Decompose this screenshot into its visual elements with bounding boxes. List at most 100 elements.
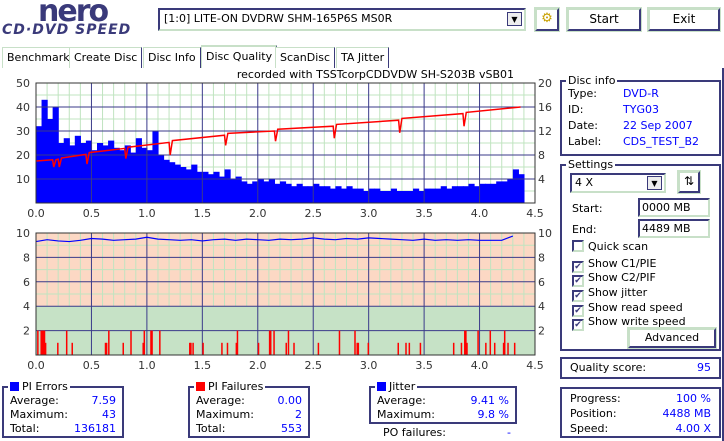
pi-failures-maximum-value: 2 — [295, 408, 302, 421]
pi-failure-bar — [257, 342, 260, 355]
pi-failure-bar — [466, 342, 468, 355]
pi-error-bar — [446, 188, 453, 203]
show-c1-pie-label: Show C1/PIE — [588, 257, 657, 270]
po-failures-row: PO failures: - — [383, 426, 517, 440]
y-tick-label-right: 20 — [538, 77, 552, 90]
pi-error-bar — [390, 188, 397, 203]
pi-errors-legend-swatch — [10, 382, 19, 391]
pi-error-bar — [468, 183, 475, 203]
pi-error-bar — [352, 188, 359, 203]
disc-label-value: CDS_TEST_B2 — [623, 135, 700, 148]
pi-error-bar — [379, 191, 386, 203]
pi-failure-bar — [122, 342, 124, 355]
y-tick-label-left: 6 — [23, 276, 30, 289]
pi-error-bar — [146, 150, 154, 203]
pi-errors-average-label: Average: — [10, 394, 59, 407]
pi-failures-total-label: Total: — [196, 422, 226, 435]
pi-failure-bar — [236, 330, 239, 355]
pi-failures-title: PI Failures — [208, 380, 264, 393]
y-tick-label-left: 10 — [16, 173, 30, 186]
jitter-title: Jitter — [389, 380, 416, 393]
pi-error-bar — [274, 183, 281, 203]
pi-error-bar — [329, 188, 336, 203]
pi-failure-bar — [287, 330, 290, 355]
pi-failure-bar — [285, 342, 287, 355]
show-c2-pif-checkbox[interactable]: ✔ Show C2/PIF — [572, 271, 656, 287]
pi-failure-bar — [513, 342, 516, 355]
check-icon[interactable]: ✔ — [572, 319, 584, 331]
pi-error-bar — [180, 167, 187, 203]
pi-error-bar — [213, 171, 220, 203]
pi-failure-bar — [354, 330, 356, 355]
pi-error-bar — [279, 181, 287, 203]
jitter-maximum-label: Maximum: — [377, 408, 435, 421]
jitter-average-label: Average: — [377, 394, 426, 407]
end-input[interactable]: 4489 MB — [638, 219, 710, 238]
pi-failures-maximum-label: Maximum: — [196, 408, 254, 421]
jitter-maximum-value: 9.8 % — [477, 408, 509, 421]
pi-error-bar — [218, 176, 226, 203]
pi-error-bar — [302, 186, 309, 203]
disc-type-value: DVD-R — [623, 87, 659, 100]
progress-panel: Progress: 100 % Position: 4488 MB Speed: 4.… — [560, 387, 721, 438]
end-label: End: — [572, 223, 597, 236]
pi-error-bar — [102, 145, 109, 203]
pi-errors-average-value: 7.59 — [91, 394, 117, 407]
pi-failure-bar — [405, 342, 407, 355]
pi-error-bar — [507, 179, 514, 203]
pi-error-bar — [385, 191, 392, 203]
pi-failure-bar — [397, 342, 399, 355]
x-tick-label: 0.5 — [83, 359, 101, 372]
start-input[interactable]: 0000 MB — [638, 198, 710, 217]
x-tick-label: 2.5 — [304, 207, 322, 220]
pi-failure-bar — [273, 330, 275, 355]
jitter-legend-swatch — [377, 382, 386, 391]
pi-error-bar — [263, 181, 270, 203]
start-button[interactable]: Start — [566, 7, 642, 32]
x-tick-label: 2.0 — [249, 359, 267, 372]
disc-date-label: Date: — [568, 119, 598, 132]
pi-error-bar — [80, 143, 87, 203]
x-tick-label: 0.5 — [83, 207, 101, 220]
y-tick-label-left: 50 — [16, 77, 30, 90]
pi-error-bar — [230, 179, 237, 203]
show-jitter-checkbox[interactable]: ✔ Show jitter — [572, 286, 647, 302]
pi-error-bar — [296, 183, 303, 203]
pi-error-bar — [36, 126, 43, 203]
x-tick-label: 2.0 — [249, 207, 267, 220]
pi-failure-bar — [367, 342, 370, 355]
pi-error-bar — [41, 99, 48, 203]
refresh-icon: ⇅ — [683, 174, 695, 188]
x-tick-label: 1.5 — [194, 207, 212, 220]
pi-failure-bar — [37, 330, 39, 355]
pi-error-bar — [113, 147, 120, 203]
chevron-down-icon[interactable]: ▼ — [647, 176, 662, 190]
show-jitter-label: Show jitter — [588, 286, 648, 299]
pi-failure-bar — [71, 342, 73, 355]
pi-error-bar — [246, 183, 253, 203]
y-tick-label-left: 40 — [16, 101, 30, 114]
pi-error-bar — [202, 171, 209, 203]
y-tick-label-left: 4 — [23, 300, 30, 313]
scan-speed-select[interactable]: 4 X ▼ — [570, 173, 666, 193]
pi-error-bar — [501, 181, 508, 203]
jitter-panel: Jitter Average: 9.41 % Maximum: 9.8 % — [369, 380, 517, 424]
quick-scan-checkbox[interactable]: Quick scan — [572, 240, 648, 253]
checkbox-box[interactable] — [572, 240, 584, 252]
x-tick-label: 3.5 — [415, 359, 433, 372]
y-tick-label-right: 10 — [538, 227, 552, 240]
refresh-speeds-button[interactable]: ⇅ — [677, 170, 701, 194]
pi-error-bar — [152, 131, 159, 203]
pi-failure-bar — [317, 342, 320, 355]
pi-error-bar — [335, 186, 342, 203]
advanced-button[interactable]: Advanced — [627, 327, 717, 349]
x-tick-label: 1.5 — [194, 359, 212, 372]
scan-speed-value: 4 X — [575, 176, 594, 189]
pi-failure-bar — [293, 342, 295, 355]
exit-button[interactable]: Exit — [647, 7, 721, 32]
pi-error-bar — [235, 176, 242, 203]
pi-failure-bar — [503, 330, 506, 355]
pi-error-bar — [268, 179, 276, 203]
pi-error-bar — [130, 152, 137, 203]
x-tick-label: 3.0 — [360, 359, 378, 372]
